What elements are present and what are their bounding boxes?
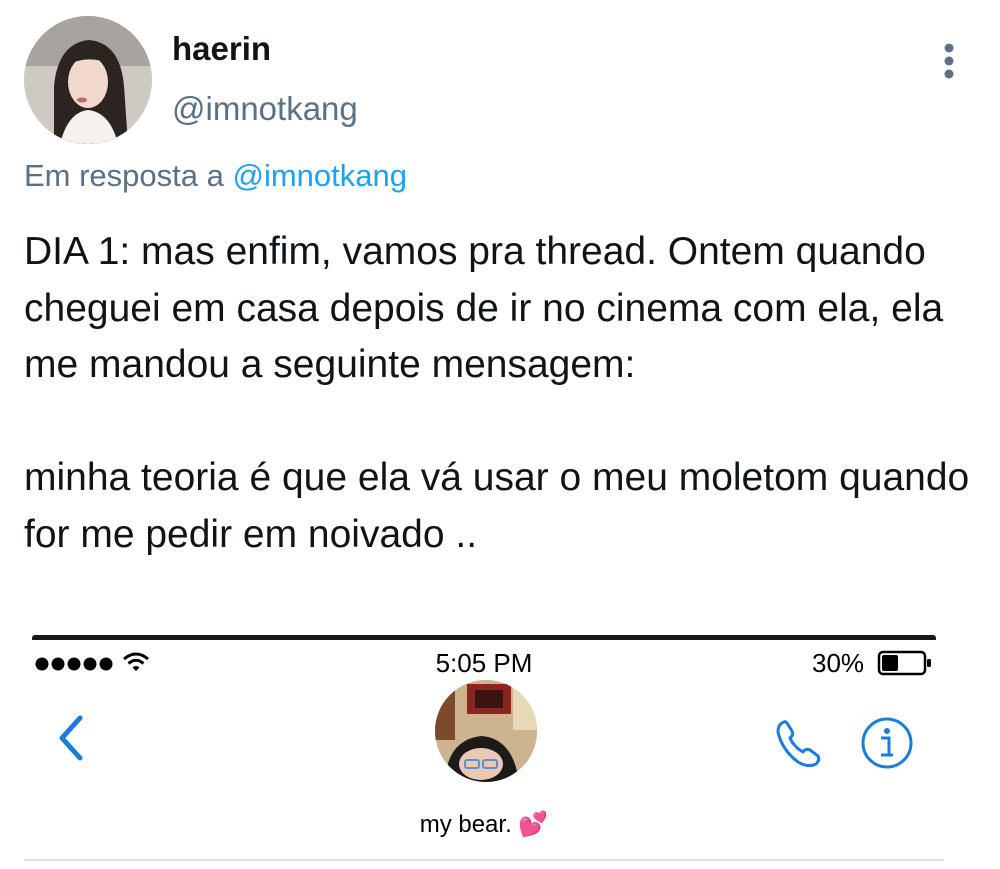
reply-mention-link[interactable]: @imnotkang (233, 158, 408, 193)
contact-avatar[interactable] (435, 680, 537, 782)
reply-prefix: Em resposta a (24, 158, 224, 193)
image-top-edge (32, 635, 936, 640)
battery-percentage: 30% (812, 648, 865, 678)
info-icon[interactable] (858, 714, 916, 772)
tweet-text: DIA 1: mas enfim, vamos pra thread. Onte… (24, 230, 970, 556)
more-vertical-icon[interactable] (934, 40, 964, 82)
user-handle[interactable]: @imnotkang (172, 90, 358, 128)
phone-icon[interactable] (770, 714, 828, 772)
status-bar-time: 5:05 PM (435, 648, 533, 678)
contact-name[interactable]: my bear. 💕 (24, 810, 944, 839)
image-divider (24, 859, 944, 861)
reply-context: Em resposta a @imnotkang (24, 158, 407, 194)
attached-image[interactable]: 5:05 PM 30% my bear. 💕 (24, 632, 944, 869)
back-chevron-icon[interactable] (54, 712, 88, 764)
display-name[interactable]: haerin (172, 30, 271, 68)
battery-icon (877, 650, 931, 676)
profile-avatar[interactable] (24, 16, 152, 144)
contact-photo (435, 680, 537, 782)
avatar-image (24, 16, 152, 144)
